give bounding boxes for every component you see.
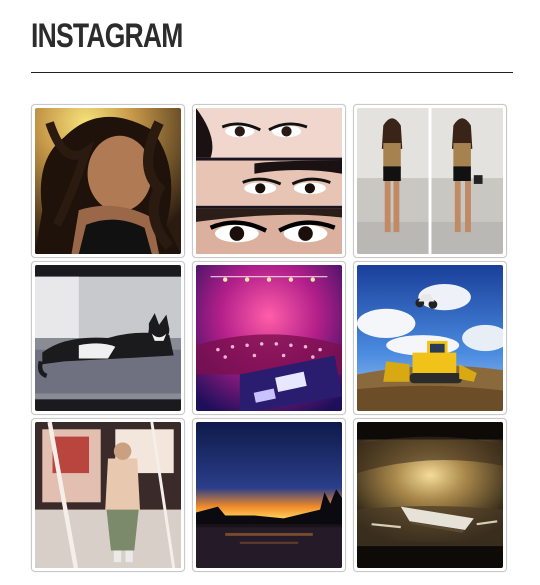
photo-thumbnail[interactable] bbox=[31, 261, 185, 415]
cat-on-sofa-photo bbox=[35, 265, 181, 411]
lake-sunset-photo bbox=[196, 422, 342, 568]
widget-title: INSTAGRAM bbox=[31, 17, 183, 55]
photo-grid bbox=[31, 104, 507, 572]
concert-crowd-photo bbox=[196, 265, 342, 411]
photo-thumbnail[interactable] bbox=[353, 418, 507, 572]
photo-thumbnail[interactable] bbox=[31, 418, 185, 572]
photo-thumbnail[interactable] bbox=[192, 261, 346, 415]
title-divider bbox=[31, 72, 513, 73]
selfie-curly-hair-photo bbox=[35, 108, 181, 254]
instagram-widget: INSTAGRAM bbox=[0, 0, 540, 585]
motocross-bulldozer-photo bbox=[357, 265, 503, 411]
fashion-outfit-split-photo bbox=[357, 108, 503, 254]
mirror-selfie-photo bbox=[35, 422, 181, 568]
photo-thumbnail[interactable] bbox=[353, 104, 507, 258]
boat-on-shore-photo bbox=[357, 422, 503, 568]
eye-makeup-collage-photo bbox=[196, 108, 342, 254]
photo-thumbnail[interactable] bbox=[192, 104, 346, 258]
photo-thumbnail[interactable] bbox=[353, 261, 507, 415]
photo-thumbnail[interactable] bbox=[192, 418, 346, 572]
photo-thumbnail[interactable] bbox=[31, 104, 185, 258]
